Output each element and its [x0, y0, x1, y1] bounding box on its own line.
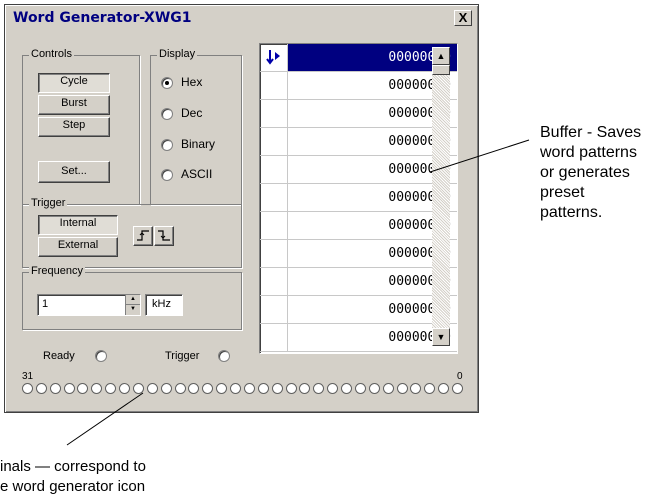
- buffer-annotation: Buffer - Saves word patterns or generate…: [540, 124, 642, 221]
- terminal-pointer-line: [66, 392, 144, 446]
- terminal-annotation: inals — correspond to e word generator i…: [0, 458, 146, 495]
- buffer-pointer-line: [429, 139, 530, 173]
- annotation-lines: [66, 139, 530, 446]
